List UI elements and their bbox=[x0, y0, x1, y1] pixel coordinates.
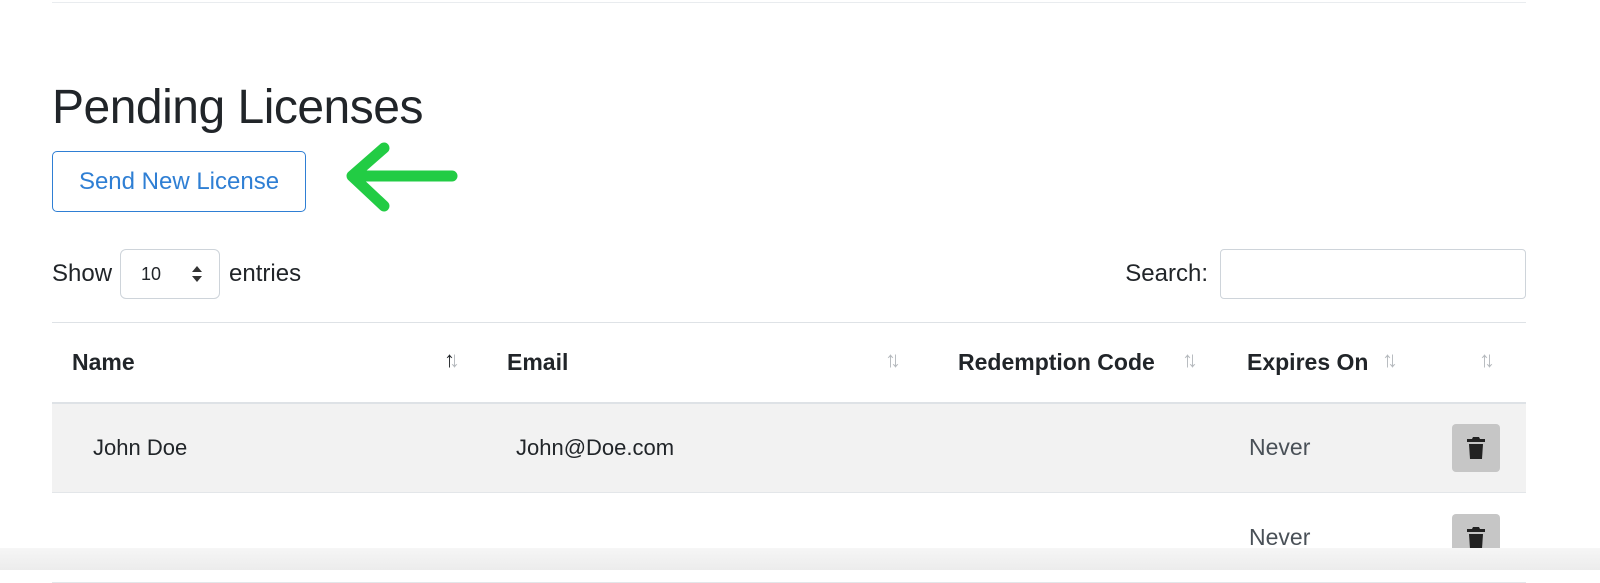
sort-icon: ↑↓ bbox=[1382, 347, 1398, 372]
column-header-redemption-code[interactable]: Redemption Code ↑↓ bbox=[938, 323, 1227, 403]
column-label: Name bbox=[72, 348, 135, 375]
send-new-license-button[interactable]: Send New License bbox=[52, 151, 306, 212]
page-length-select[interactable]: 10 bbox=[120, 249, 221, 299]
search-control: Search: bbox=[1125, 249, 1526, 299]
cell-email: John@Doe.com bbox=[516, 434, 675, 460]
show-label: Show bbox=[52, 260, 113, 287]
page-length-control: Show 10 entries bbox=[52, 249, 301, 299]
column-header-actions[interactable]: ↑↓ bbox=[1432, 323, 1526, 403]
select-arrows-icon bbox=[192, 266, 203, 282]
sort-icon: ↑↓ bbox=[444, 347, 460, 372]
arrow-left-icon bbox=[346, 142, 458, 212]
cell-expires-on: Never bbox=[1249, 434, 1311, 461]
page-length-value: 10 bbox=[141, 263, 162, 284]
pending-licenses-table: Name ↑↓ Email ↑↓ Redemption Code ↑↓ Expi… bbox=[52, 322, 1526, 583]
column-header-name[interactable]: Name ↑↓ bbox=[52, 323, 487, 403]
top-divider bbox=[52, 0, 1526, 3]
column-label: Email bbox=[507, 348, 569, 375]
page-title: Pending Licenses bbox=[52, 81, 423, 134]
sort-icon: ↑↓ bbox=[1479, 347, 1495, 372]
cell-actions bbox=[1432, 403, 1526, 493]
column-label: Redemption Code bbox=[958, 348, 1155, 375]
cell-redemption-code bbox=[938, 403, 1227, 493]
table-header-row: Name ↑↓ Email ↑↓ Redemption Code ↑↓ Expi… bbox=[52, 322, 1526, 403]
sort-icon: ↑↓ bbox=[885, 347, 901, 372]
search-label: Search: bbox=[1125, 260, 1208, 287]
column-label: Expires On bbox=[1247, 348, 1369, 375]
delete-license-button[interactable] bbox=[1452, 423, 1500, 472]
trash-icon bbox=[1467, 436, 1485, 459]
column-header-email[interactable]: Email ↑↓ bbox=[487, 323, 938, 403]
entries-label: entries bbox=[229, 260, 302, 287]
table-row: John Doe John@Doe.com Never bbox=[52, 402, 1526, 493]
column-header-expires-on[interactable]: Expires On ↑↓ bbox=[1227, 323, 1432, 403]
bottom-edge bbox=[0, 548, 1600, 570]
trash-icon bbox=[1467, 526, 1485, 549]
search-input[interactable] bbox=[1220, 249, 1526, 299]
sort-icon: ↑↓ bbox=[1182, 347, 1198, 372]
cell-name: John Doe bbox=[93, 434, 188, 460]
